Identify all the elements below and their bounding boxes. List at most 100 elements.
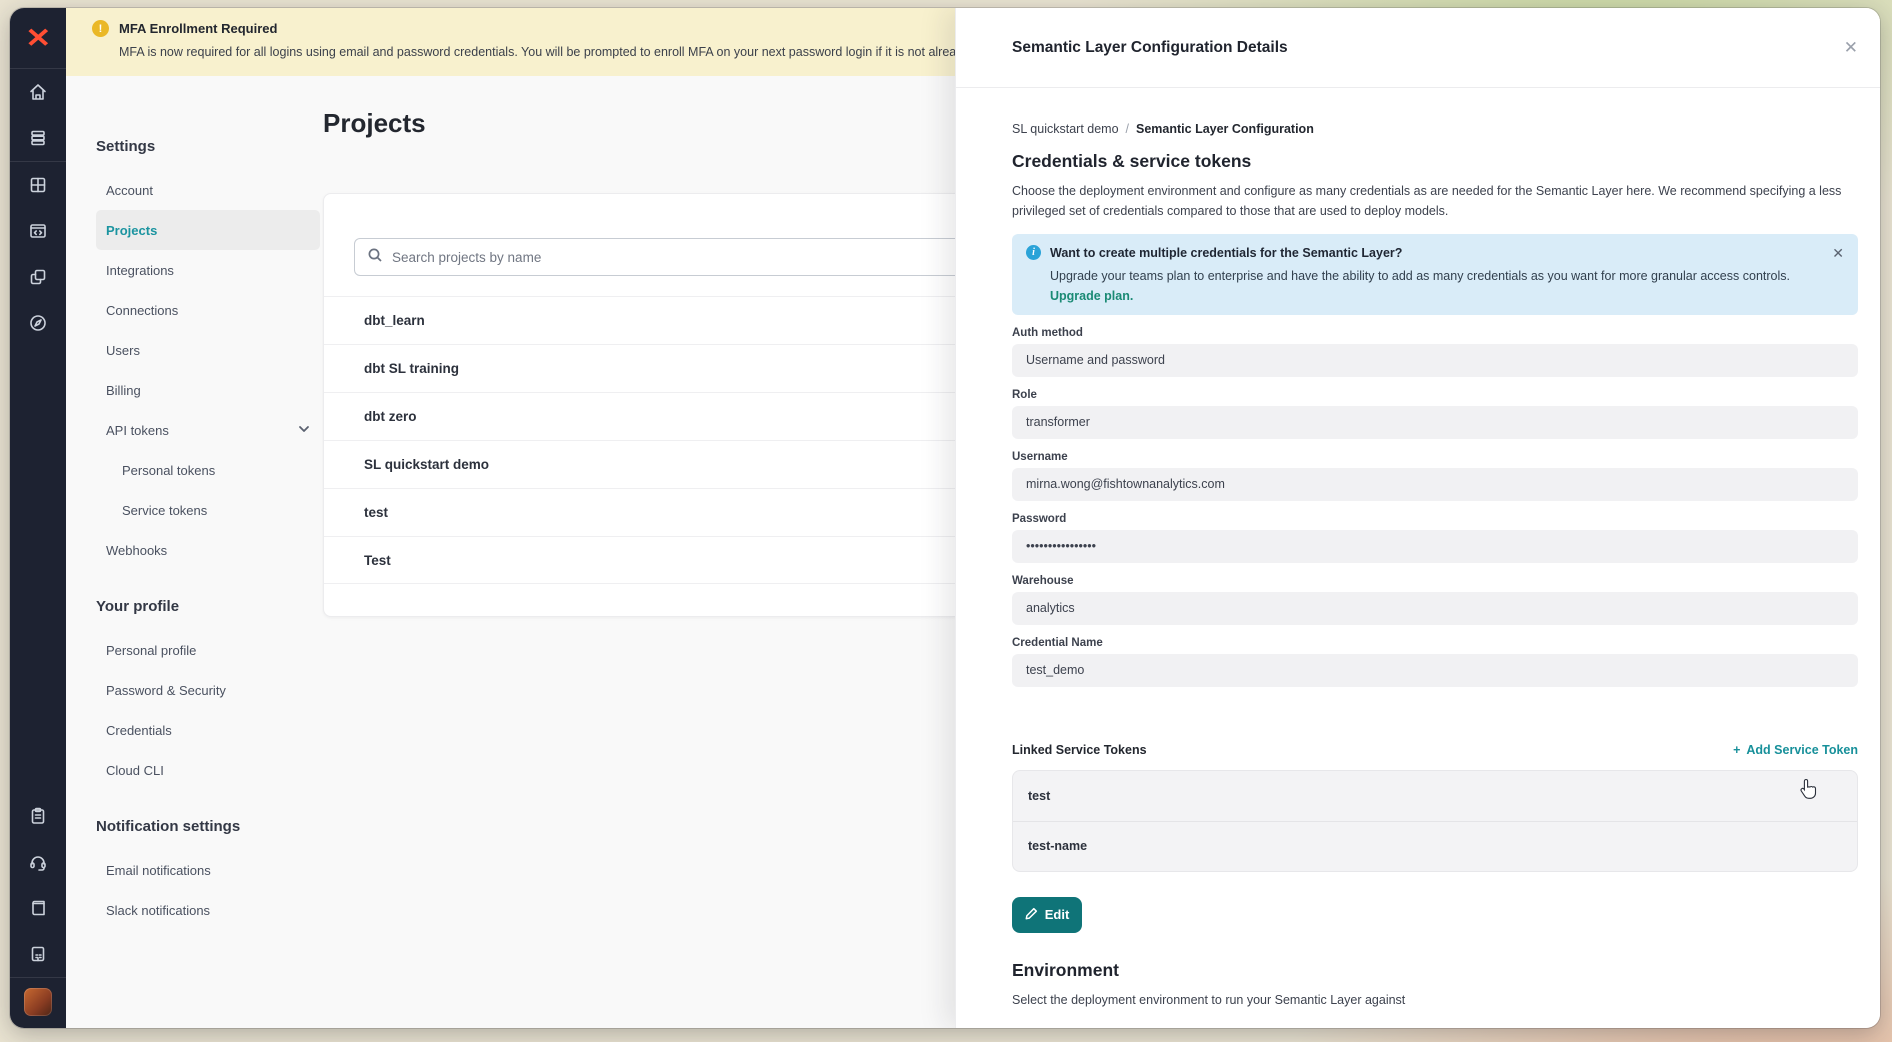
edit-button[interactable]: Edit <box>1012 897 1082 933</box>
environment-description: Select the deployment environment to run… <box>1012 993 1858 1007</box>
breadcrumb: SL quickstart demo / Semantic Layer Conf… <box>1012 122 1858 136</box>
sidebar-item-personal-profile[interactable]: Personal profile <box>96 630 320 670</box>
field-label: Auth method <box>1012 327 1858 339</box>
breadcrumb-project[interactable]: SL quickstart demo <box>1012 122 1119 136</box>
alert-close-icon[interactable]: ✕ <box>1832 245 1844 262</box>
nav-label: Projects <box>106 223 157 238</box>
alert-body: Upgrade your teams plan to enterprise an… <box>1050 267 1844 286</box>
settings-nav: Settings Account Projects Integrations C… <box>96 138 320 930</box>
field-value: test_demo <box>1026 663 1084 677</box>
project-name: Test <box>364 553 391 568</box>
branch-icon[interactable] <box>10 254 66 300</box>
chevron-down-icon <box>298 423 310 438</box>
ide-icon[interactable] <box>10 208 66 254</box>
clipboard-icon[interactable] <box>10 793 66 839</box>
upgrade-alert: i Want to create multiple credentials fo… <box>1012 234 1858 315</box>
home-icon[interactable] <box>10 69 66 115</box>
linked-tokens-list: test test-name <box>1012 770 1858 872</box>
role-field: transformer <box>1012 406 1858 439</box>
alert-title: Want to create multiple credentials for … <box>1050 246 1402 260</box>
support-headset-icon[interactable] <box>10 839 66 885</box>
user-avatar[interactable] <box>24 988 52 1016</box>
semantic-layer-panel: Semantic Layer Configuration Details ✕ S… <box>955 8 1880 1028</box>
grid-icon[interactable] <box>10 162 66 208</box>
mouse-cursor <box>1799 778 1819 805</box>
nav-label: Credentials <box>106 723 172 738</box>
close-icon[interactable]: ✕ <box>1844 39 1858 56</box>
field-value: analytics <box>1026 601 1075 615</box>
token-row[interactable]: test <box>1013 771 1857 821</box>
field-label: Warehouse <box>1012 575 1858 587</box>
password-field: •••••••••••••••• <box>1012 530 1858 563</box>
edit-button-label: Edit <box>1045 907 1070 922</box>
field-label: Role <box>1012 389 1858 401</box>
field-label: Credential Name <box>1012 637 1858 649</box>
auth-method-field: Username and password <box>1012 344 1858 377</box>
warehouse-field: analytics <box>1012 592 1858 625</box>
search-input[interactable] <box>392 250 1021 265</box>
field-value: transformer <box>1026 415 1090 429</box>
project-name: test <box>364 505 388 520</box>
project-name: SL quickstart demo <box>364 457 489 472</box>
deploy-icon[interactable] <box>10 115 66 161</box>
sidebar-item-account[interactable]: Account <box>96 170 320 210</box>
nav-label: Email notifications <box>106 863 211 878</box>
sidebar-item-cloud-cli[interactable]: Cloud CLI <box>96 750 320 790</box>
info-icon: i <box>1026 245 1041 260</box>
environment-title: Environment <box>1012 960 1858 981</box>
nav-label: Service tokens <box>122 503 207 518</box>
sidebar-item-projects[interactable]: Projects <box>96 210 320 250</box>
nav-label: Personal tokens <box>122 463 215 478</box>
nav-label: Users <box>106 343 140 358</box>
sidebar-item-personal-tokens[interactable]: Personal tokens <box>96 450 320 490</box>
panel-title: Semantic Layer Configuration Details <box>1012 39 1288 57</box>
sidebar-item-connections[interactable]: Connections <box>96 290 320 330</box>
sidebar-item-service-tokens[interactable]: Service tokens <box>96 490 320 530</box>
linked-tokens-title: Linked Service Tokens <box>1012 743 1147 757</box>
upgrade-plan-link[interactable]: Upgrade plan. <box>1050 289 1844 303</box>
sidebar-item-webhooks[interactable]: Webhooks <box>96 530 320 570</box>
nav-label: Password & Security <box>106 683 226 698</box>
nav-label: Cloud CLI <box>106 763 164 778</box>
add-service-token-label: Add Service Token <box>1746 743 1858 757</box>
search-icon <box>367 247 383 268</box>
project-name: dbt zero <box>364 409 417 424</box>
project-name: dbt SL training <box>364 361 459 376</box>
sidebar-item-password-security[interactable]: Password & Security <box>96 670 320 710</box>
app-sidebar: ✕ <box>10 8 66 1028</box>
nav-label: Connections <box>106 303 178 318</box>
sidebar-item-integrations[interactable]: Integrations <box>96 250 320 290</box>
plus-icon: + <box>1733 743 1740 757</box>
token-name: test-name <box>1028 839 1087 853</box>
dbt-logo[interactable]: ✕ <box>10 8 66 68</box>
nav-label: Account <box>106 183 153 198</box>
sidebar-item-slack-notifications[interactable]: Slack notifications <box>96 890 320 930</box>
changelog-icon[interactable] <box>10 931 66 977</box>
dbt-logo-glyph: ✕ <box>25 25 51 52</box>
nav-label: Billing <box>106 383 141 398</box>
divider <box>10 977 66 978</box>
nav-label: Integrations <box>106 263 174 278</box>
sidebar-item-email-notifications[interactable]: Email notifications <box>96 850 320 890</box>
banner-title: MFA Enrollment Required <box>119 21 277 36</box>
notifications-section-title: Notification settings <box>96 818 320 838</box>
sidebar-item-billing[interactable]: Billing <box>96 370 320 410</box>
token-name: test <box>1028 789 1050 803</box>
explore-icon[interactable] <box>10 300 66 346</box>
field-label: Password <box>1012 513 1858 525</box>
field-value: mirna.wong@fishtownanalytics.com <box>1026 477 1225 491</box>
settings-nav-title: Settings <box>96 138 320 158</box>
nav-label: API tokens <box>106 423 169 438</box>
project-search <box>354 238 1034 276</box>
add-service-token-button[interactable]: + Add Service Token <box>1733 743 1858 757</box>
sidebar-item-credentials[interactable]: Credentials <box>96 710 320 750</box>
project-name: dbt_learn <box>364 313 425 328</box>
profile-section-title: Your profile <box>96 598 320 618</box>
pencil-icon <box>1025 907 1038 923</box>
token-row[interactable]: test-name <box>1013 821 1857 871</box>
docs-icon[interactable] <box>10 885 66 931</box>
sidebar-item-users[interactable]: Users <box>96 330 320 370</box>
warning-icon: ! <box>92 20 109 37</box>
sidebar-item-api-tokens[interactable]: API tokens <box>96 410 320 450</box>
username-field: mirna.wong@fishtownanalytics.com <box>1012 468 1858 501</box>
